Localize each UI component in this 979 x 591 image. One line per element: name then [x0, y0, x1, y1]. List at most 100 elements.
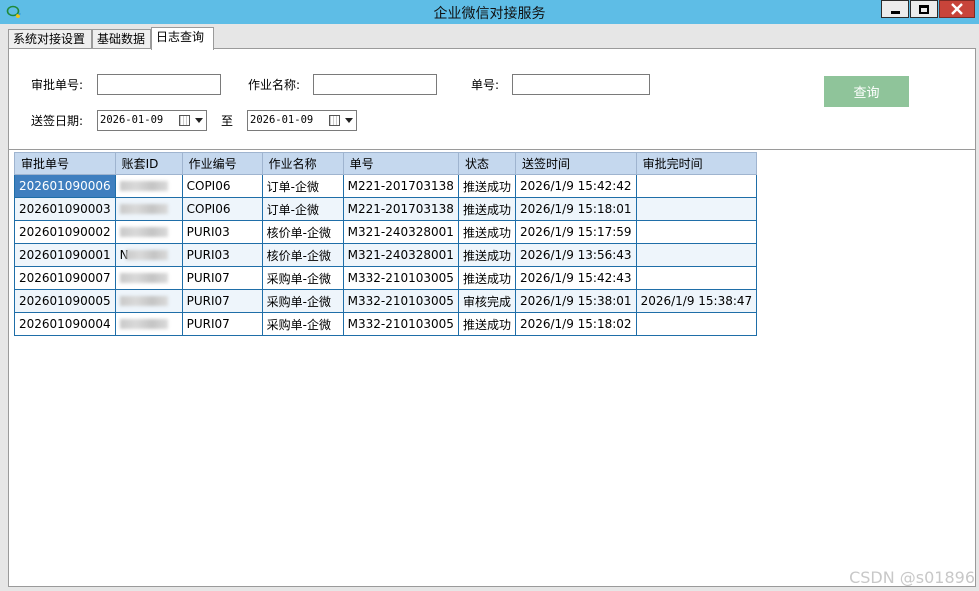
cell-account-id[interactable] — [114, 266, 183, 290]
cell-status[interactable]: 审核完成 — [457, 289, 516, 313]
cell-account-id[interactable] — [114, 289, 183, 313]
cell-job-code[interactable]: PURI03 — [181, 243, 263, 267]
cell-send-time[interactable]: 2026/1/9 15:42:42 — [514, 174, 637, 198]
cell-doc-no[interactable]: M321-240328001 — [342, 220, 459, 244]
cell-approval-no[interactable]: 202601090003 — [14, 197, 116, 221]
cell-doc-no[interactable]: M332-210103005 — [342, 289, 459, 313]
chevron-down-icon[interactable] — [345, 118, 353, 123]
redacted-mask — [125, 250, 168, 260]
cell-approval-no[interactable]: 202601090002 — [14, 220, 116, 244]
log-table[interactable]: 审批单号 账套ID 作业编号 作业名称 单号 状态 送签时间 审批完时间 202… — [14, 152, 758, 336]
cell-approve-time[interactable] — [635, 197, 758, 221]
approval-no-input[interactable] — [97, 74, 221, 95]
cell-job-code[interactable]: COPI06 — [181, 197, 263, 221]
cell-doc-no[interactable]: M221-201703138 — [342, 174, 459, 198]
calendar-icon[interactable] — [179, 115, 190, 126]
cell-approval-no[interactable]: 202601090006 — [14, 174, 116, 198]
cell-approve-time[interactable] — [635, 266, 758, 290]
to-label: 至 — [221, 114, 234, 128]
cell-doc-no[interactable]: M321-240328001 — [342, 243, 459, 267]
cell-status[interactable]: 推送成功 — [457, 312, 516, 336]
calendar-icon[interactable] — [329, 115, 340, 126]
table-row[interactable]: 202601090005 PURI07 采购单-企微 M332-21010300… — [14, 289, 758, 313]
cell-status[interactable]: 推送成功 — [457, 220, 516, 244]
cell-job-name[interactable]: 核价单-企微 — [261, 220, 344, 244]
cell-approval-no[interactable]: 202601090007 — [14, 266, 116, 290]
cell-approval-no[interactable]: 202601090005 — [14, 289, 116, 313]
cell-approve-time[interactable] — [635, 174, 758, 198]
cell-job-name[interactable]: 核价单-企微 — [261, 243, 344, 267]
close-icon — [951, 3, 963, 15]
cell-approve-time[interactable] — [635, 243, 758, 267]
cell-job-code[interactable]: PURI03 — [181, 220, 263, 244]
close-button[interactable] — [939, 0, 975, 18]
tab-system-settings[interactable]: 系统对接设置 — [8, 29, 92, 49]
column-header-send-time[interactable]: 送签时间 — [514, 152, 637, 175]
cell-status[interactable]: 推送成功 — [457, 266, 516, 290]
cell-approval-no[interactable]: 202601090004 — [14, 312, 116, 336]
table-row[interactable]: 202601090003 COPI06 订单-企微 M221-201703138… — [14, 197, 758, 221]
column-header-approval-no[interactable]: 审批单号 — [14, 152, 116, 175]
redacted-mask — [119, 319, 168, 329]
table-row[interactable]: 202601090006 COPI06 订单-企微 M221-201703138… — [14, 174, 758, 198]
cell-send-time[interactable]: 2026/1/9 15:18:01 — [514, 197, 637, 221]
cell-approval-no[interactable]: 202601090001 — [14, 243, 116, 267]
job-name-input[interactable] — [313, 74, 437, 95]
cell-account-id[interactable]: N — [114, 243, 183, 267]
cell-job-name[interactable]: 订单-企微 — [261, 174, 344, 198]
cell-send-time[interactable]: 2026/1/9 13:56:43 — [514, 243, 637, 267]
cell-job-name[interactable]: 采购单-企微 — [261, 312, 344, 336]
column-header-account-id[interactable]: 账套ID — [114, 152, 183, 175]
column-header-status[interactable]: 状态 — [457, 152, 516, 175]
cell-account-id[interactable] — [114, 174, 183, 198]
cell-status[interactable]: 推送成功 — [457, 243, 516, 267]
cell-doc-no[interactable]: M332-210103005 — [342, 312, 459, 336]
column-header-approve-time[interactable]: 审批完时间 — [635, 152, 758, 175]
tab-basic-data[interactable]: 基础数据 — [92, 29, 151, 49]
date-from-value: 2026-01-09 — [100, 114, 164, 126]
minimize-button[interactable] — [881, 0, 909, 18]
title-bar[interactable]: 企业微信对接服务 — [0, 0, 979, 24]
tab-log-query[interactable]: 日志查询 — [151, 27, 214, 50]
cell-send-time[interactable]: 2026/1/9 15:42:43 — [514, 266, 637, 290]
cell-status[interactable]: 推送成功 — [457, 174, 516, 198]
cell-doc-no[interactable]: M332-210103005 — [342, 266, 459, 290]
cell-doc-no[interactable]: M221-201703138 — [342, 197, 459, 221]
cell-job-name[interactable]: 采购单-企微 — [261, 289, 344, 313]
table-row[interactable]: 202601090001 N PURI03 核价单-企微 M321-240328… — [14, 243, 758, 267]
table-row[interactable]: 202601090004 PURI07 采购单-企微 M332-21010300… — [14, 312, 758, 336]
cell-job-name[interactable]: 采购单-企微 — [261, 266, 344, 290]
cell-account-id[interactable] — [114, 312, 183, 336]
cell-job-code[interactable]: PURI07 — [181, 289, 263, 313]
chevron-down-icon[interactable] — [195, 118, 203, 123]
doc-no-label: 单号: — [471, 78, 500, 92]
cell-job-code[interactable]: COPI06 — [181, 174, 263, 198]
log-query-panel: 审批单号: 作业名称: 单号: 查询 送签日期: 2026-01-09 至 20… — [8, 48, 976, 587]
column-header-job-code[interactable]: 作业编号 — [181, 152, 263, 175]
date-to-picker[interactable]: 2026-01-09 — [247, 110, 357, 131]
query-button[interactable]: 查询 — [824, 76, 909, 107]
date-from-picker[interactable]: 2026-01-09 — [97, 110, 207, 131]
approval-no-label: 审批单号: — [31, 78, 84, 92]
table-row[interactable]: 202601090002 PURI03 核价单-企微 M321-24032800… — [14, 220, 758, 244]
cell-send-time[interactable]: 2026/1/9 15:18:02 — [514, 312, 637, 336]
doc-no-input[interactable] — [512, 74, 650, 95]
cell-status[interactable]: 推送成功 — [457, 197, 516, 221]
column-header-job-name[interactable]: 作业名称 — [261, 152, 344, 175]
cell-account-id[interactable] — [114, 197, 183, 221]
cell-approve-time[interactable] — [635, 312, 758, 336]
maximize-button[interactable] — [910, 0, 938, 18]
column-header-doc-no[interactable]: 单号 — [342, 152, 459, 175]
cell-account-id[interactable] — [114, 220, 183, 244]
redacted-mask — [119, 181, 168, 191]
cell-job-code[interactable]: PURI07 — [181, 266, 263, 290]
cell-job-code[interactable]: PURI07 — [181, 312, 263, 336]
redacted-mask — [119, 296, 168, 306]
cell-approve-time[interactable] — [635, 220, 758, 244]
cell-job-name[interactable]: 订单-企微 — [261, 197, 344, 221]
cell-approve-time[interactable]: 2026/1/9 15:38:47 — [635, 289, 758, 313]
table-row[interactable]: 202601090007 PURI07 采购单-企微 M332-21010300… — [14, 266, 758, 290]
cell-send-time[interactable]: 2026/1/9 15:17:59 — [514, 220, 637, 244]
cell-send-time[interactable]: 2026/1/9 15:38:01 — [514, 289, 637, 313]
maximize-icon — [919, 4, 929, 14]
